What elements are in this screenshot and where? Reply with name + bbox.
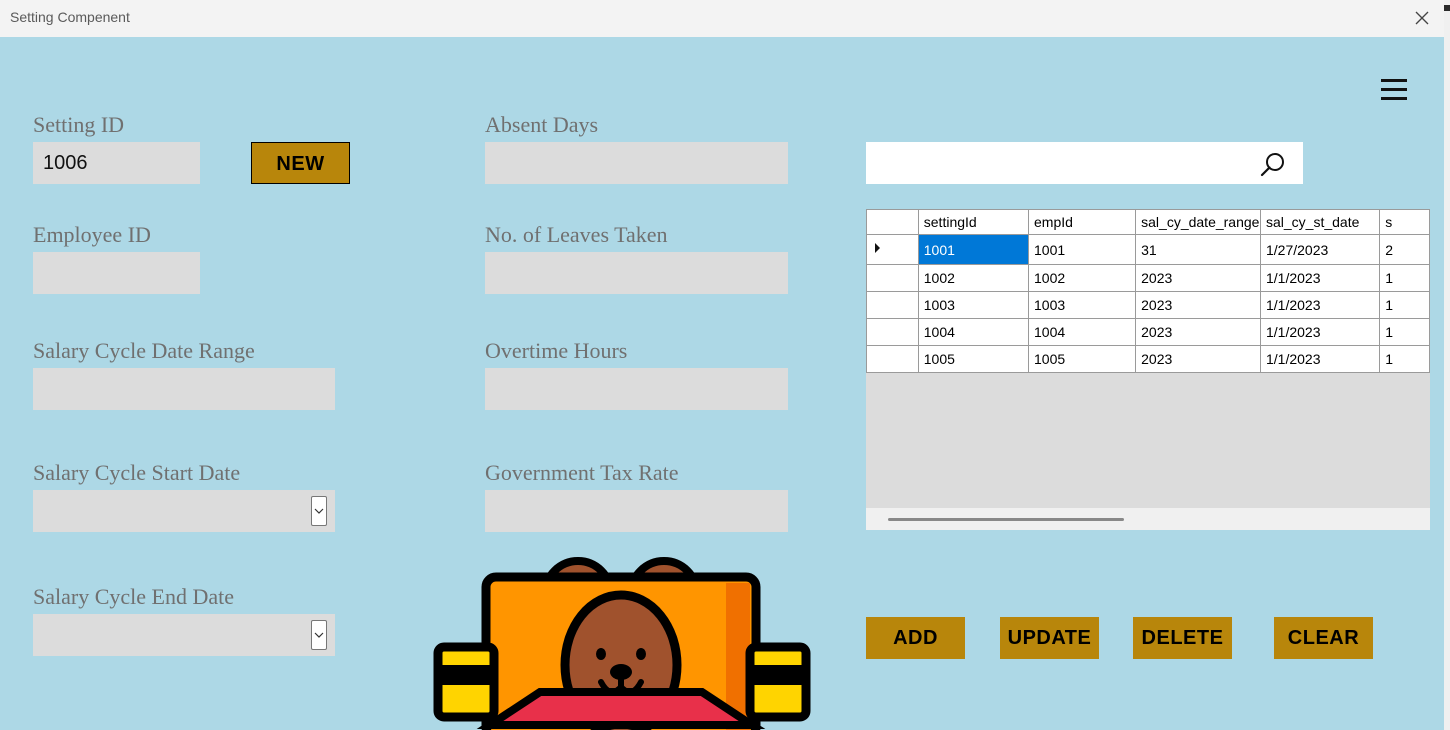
table-cell[interactable]: 1/1/2023 bbox=[1259, 291, 1381, 319]
update-button[interactable]: UPDATE bbox=[1000, 617, 1099, 659]
row-header-current[interactable] bbox=[866, 234, 919, 265]
row-header-corner bbox=[866, 209, 919, 235]
table-cell[interactable]: 1001 bbox=[917, 234, 1030, 265]
table-cell[interactable]: 1/1/2023 bbox=[1259, 345, 1381, 373]
delete-button[interactable]: DELETE bbox=[1133, 617, 1232, 659]
employee-id-field[interactable] bbox=[33, 252, 200, 294]
table-row[interactable]: 1004 1004 2023 1/1/2023 1 bbox=[866, 318, 1430, 346]
column-header[interactable]: empId bbox=[1028, 209, 1137, 235]
table-cell[interactable]: 1 bbox=[1379, 345, 1430, 373]
table-cell[interactable]: 1/1/2023 bbox=[1259, 264, 1381, 292]
search-icon[interactable] bbox=[1259, 151, 1287, 179]
row-pointer-icon bbox=[875, 243, 880, 253]
table-cell[interactable]: 1003 bbox=[917, 291, 1030, 319]
hamburger-menu-icon[interactable] bbox=[1380, 79, 1408, 101]
absent-days-label: Absent Days bbox=[485, 112, 599, 137]
salary-cycle-start-date-picker[interactable] bbox=[33, 490, 335, 532]
government-tax-rate-label: Government Tax Rate bbox=[485, 460, 679, 485]
row-header[interactable] bbox=[866, 264, 919, 292]
table-row[interactable]: 1005 1005 2023 1/1/2023 1 bbox=[866, 345, 1430, 373]
table-cell[interactable]: 1001 bbox=[1028, 234, 1137, 265]
column-header[interactable]: sal_cy_date_range bbox=[1135, 209, 1261, 235]
window-title: Setting Compenent bbox=[10, 9, 130, 25]
table-cell[interactable]: 2023 bbox=[1135, 264, 1261, 292]
table-row[interactable]: 1001 1001 31 1/27/2023 2 bbox=[866, 234, 1430, 265]
absent-days-field[interactable] bbox=[485, 142, 788, 184]
table-cell[interactable]: 1005 bbox=[917, 345, 1030, 373]
table-cell[interactable]: 1005 bbox=[1028, 345, 1137, 373]
search-input[interactable] bbox=[866, 142, 1303, 184]
table-cell[interactable]: 2023 bbox=[1135, 345, 1261, 373]
table-cell[interactable]: 2023 bbox=[1135, 291, 1261, 319]
client-area: Setting ID 1006 NEW Employee ID Salary C… bbox=[0, 37, 1444, 730]
table-cell[interactable]: 1002 bbox=[1028, 264, 1137, 292]
close-icon bbox=[1415, 11, 1429, 25]
close-button[interactable] bbox=[1405, 4, 1439, 32]
setting-id-field[interactable]: 1006 bbox=[33, 142, 200, 184]
table-cell[interactable]: 1/1/2023 bbox=[1259, 318, 1381, 346]
title-bar: Setting Compenent bbox=[0, 0, 1444, 37]
settings-data-grid[interactable]: settingId empId sal_cy_date_range sal_cy… bbox=[866, 209, 1430, 530]
table-cell[interactable]: 2 bbox=[1379, 234, 1430, 265]
start-date-dropdown-button[interactable] bbox=[311, 496, 327, 526]
add-button[interactable]: ADD bbox=[866, 617, 965, 659]
table-cell[interactable]: 1 bbox=[1379, 291, 1430, 319]
leaves-taken-field[interactable] bbox=[485, 252, 788, 294]
row-header[interactable] bbox=[866, 318, 919, 346]
column-header[interactable]: s bbox=[1379, 209, 1430, 235]
table-cell[interactable]: 2023 bbox=[1135, 318, 1261, 346]
government-tax-rate-field[interactable] bbox=[485, 490, 788, 532]
table-cell[interactable]: 1002 bbox=[917, 264, 1030, 292]
chevron-down-icon bbox=[314, 508, 324, 514]
table-cell[interactable]: 1 bbox=[1379, 318, 1430, 346]
table-row[interactable]: 1003 1003 2023 1/1/2023 1 bbox=[866, 291, 1430, 319]
leaves-taken-label: No. of Leaves Taken bbox=[485, 222, 668, 247]
table-cell[interactable]: 31 bbox=[1135, 234, 1261, 265]
clear-button[interactable]: CLEAR bbox=[1274, 617, 1373, 659]
table-cell[interactable]: 1/27/2023 bbox=[1259, 234, 1381, 265]
table-cell[interactable]: 1 bbox=[1379, 264, 1430, 292]
salary-cycle-date-range-field[interactable] bbox=[33, 368, 335, 410]
table-row[interactable]: 1002 1002 2023 1/1/2023 1 bbox=[866, 264, 1430, 292]
grid-header-row: settingId empId sal_cy_date_range sal_cy… bbox=[866, 209, 1430, 235]
new-button[interactable]: NEW bbox=[251, 142, 350, 184]
column-header[interactable]: settingId bbox=[917, 209, 1030, 235]
salary-cycle-start-date-label: Salary Cycle Start Date bbox=[33, 460, 241, 485]
window-edge bbox=[1444, 0, 1450, 730]
end-date-dropdown-button[interactable] bbox=[311, 620, 327, 650]
chevron-down-icon bbox=[314, 632, 324, 638]
overtime-hours-field[interactable] bbox=[485, 368, 788, 410]
teddy-bear-in-box-icon bbox=[433, 557, 811, 730]
column-header[interactable]: sal_cy_st_date bbox=[1259, 209, 1381, 235]
overtime-hours-label: Overtime Hours bbox=[485, 338, 628, 363]
salary-cycle-end-date-picker[interactable] bbox=[33, 614, 335, 656]
table-cell[interactable]: 1004 bbox=[917, 318, 1030, 346]
table-cell[interactable]: 1003 bbox=[1028, 291, 1137, 319]
setting-id-label: Setting ID bbox=[33, 112, 125, 137]
row-header[interactable] bbox=[866, 291, 919, 319]
employee-id-label: Employee ID bbox=[33, 222, 151, 247]
salary-cycle-end-date-label: Salary Cycle End Date bbox=[33, 584, 234, 609]
row-header[interactable] bbox=[866, 345, 919, 373]
scrollbar-thumb[interactable] bbox=[888, 518, 1124, 521]
salary-cycle-date-range-label: Salary Cycle Date Range bbox=[33, 338, 255, 363]
table-cell[interactable]: 1004 bbox=[1028, 318, 1137, 346]
horizontal-scrollbar[interactable] bbox=[866, 508, 1430, 530]
